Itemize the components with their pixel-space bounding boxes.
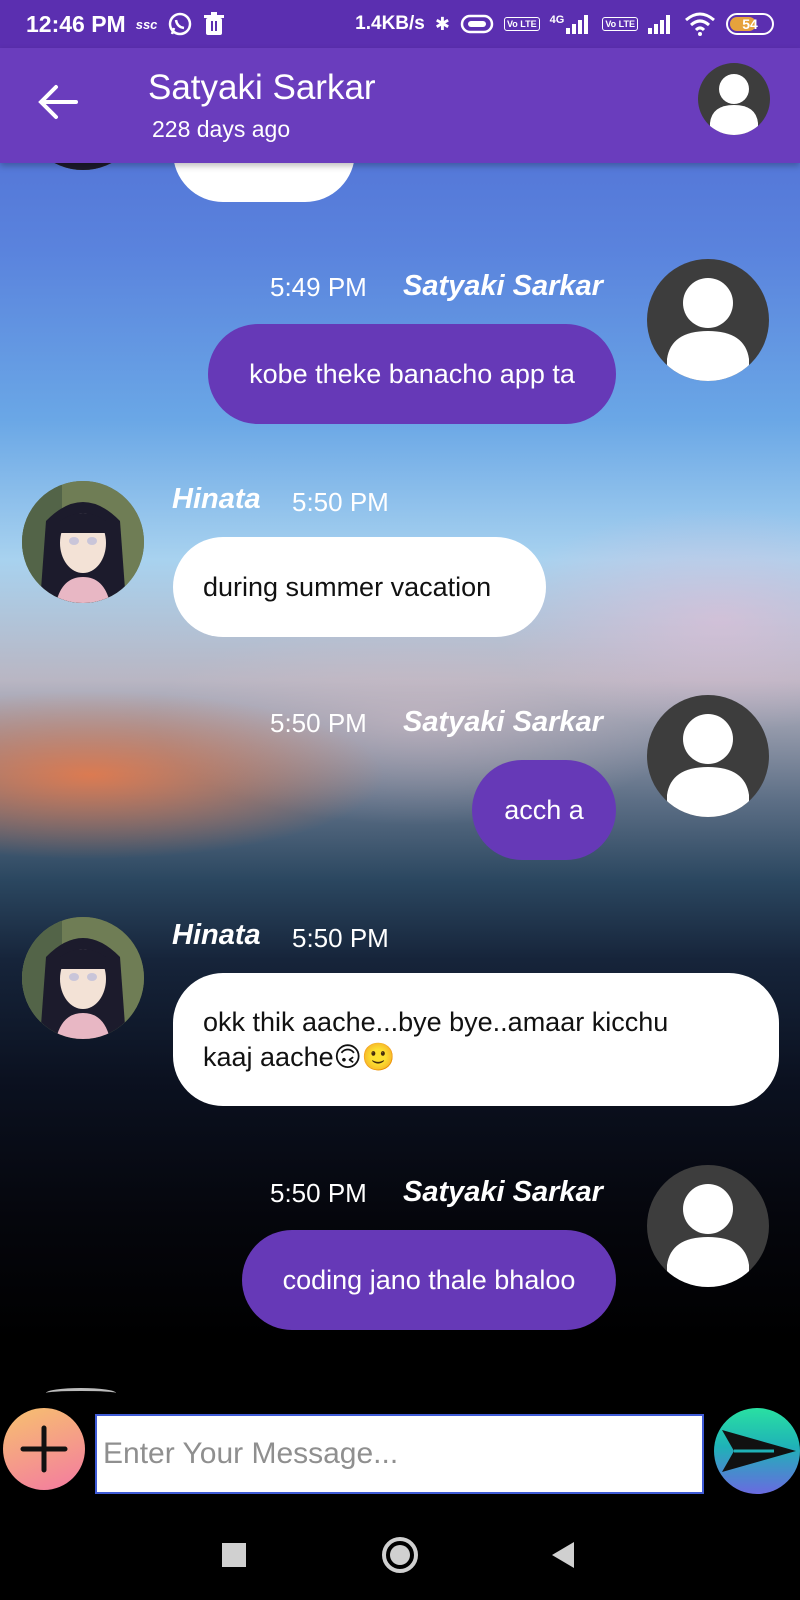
message-time: 5:49 PM [270,272,367,302]
contact-avatar-header[interactable] [698,63,770,135]
sender-avatar [647,695,769,817]
status-time: 12:46 PM [26,10,126,37]
send-button[interactable] [714,1408,800,1494]
contact-name[interactable]: Satyaki Sarkar [148,68,376,108]
signal-bars-icon-2 [648,15,670,34]
message-sender: Satyaki Sarkar [403,706,603,738]
contact-avatar [22,917,144,1039]
battery-icon: 54 [726,13,774,35]
message-time: 5:50 PM [270,1178,367,1208]
signal-icon: 4G [550,14,593,34]
trash-icon [204,12,225,35]
message-bubble-incoming[interactable]: okk thik aache...bye bye..amaar kicchu k… [173,973,779,1106]
add-attachment-button[interactable] [3,1408,85,1490]
volte-badge-2: Vo LTE [602,17,638,31]
last-seen-status: 228 days ago [152,116,291,142]
message-composer [0,1395,800,1505]
bluetooth-icon: ✱ [434,13,450,34]
contact-avatar-partial [46,1388,116,1395]
message-text: acch a [504,794,584,825]
person-icon [710,74,758,135]
chat-header: Satyaki Sarkar 228 days ago [0,48,800,163]
vibrate-icon [460,14,494,34]
message-text-line: kaaj aache🙃🙂 [203,1041,396,1072]
message-sender: Hinata [172,483,261,515]
send-icon [722,1430,796,1472]
message-text: coding jano thale bhaloo [282,1264,576,1295]
message-text: kobe theke banacho app ta [249,358,575,389]
hinata-avatar-image [22,917,144,1039]
signal-bars-icon [566,15,589,34]
volte-badge: Vo LTE [503,17,540,31]
back-arrow-icon[interactable] [32,76,84,128]
person-icon [667,278,749,381]
system-navigation-bar [0,1505,800,1600]
wifi-icon [685,12,715,36]
person-icon [667,1184,749,1287]
message-text: during summer vacation [203,571,492,602]
message-time: 5:50 PM [292,487,389,517]
battery-level: 54 [742,16,758,32]
message-sender: Satyaki Sarkar [403,270,603,302]
person-icon [667,714,749,817]
hinata-avatar-image [22,481,144,603]
message-bubble-outgoing[interactable]: kobe theke banacho app ta [208,324,616,424]
message-sender: Hinata [172,919,261,951]
network-type: 4G [549,14,565,26]
back-triangle-icon[interactable] [538,1529,590,1581]
plus-icon [20,1425,68,1473]
message-time: 5:50 PM [270,708,367,738]
chat-screen: 5:49 PM Satyaki Sarkar kobe theke banach… [0,0,800,1600]
home-circle-icon[interactable] [374,1529,426,1581]
status-bar: 12:46 PM ssc 1.4KB/s ✱ Vo LTE 4G Vo LTE … [0,0,800,48]
message-bubble-outgoing[interactable]: acch a [472,760,616,860]
message-bubble-outgoing[interactable]: coding jano thale bhaloo [242,1230,616,1330]
contact-avatar [22,481,144,603]
network-speed: 1.4KB/s [355,13,425,34]
message-bubble-incoming[interactable]: during summer vacation [173,537,546,637]
message-input[interactable] [95,1414,704,1494]
message-text-line: okk thik aache...bye bye..amaar kicchu [203,1006,669,1037]
message-time: 5:50 PM [292,923,389,953]
whatsapp-icon [169,12,192,36]
message-list[interactable]: 5:49 PM Satyaki Sarkar kobe theke banach… [0,0,800,1395]
sender-avatar [647,1165,769,1287]
carrier-label: ssc [135,16,158,32]
message-sender: Satyaki Sarkar [403,1176,603,1208]
recents-square-icon[interactable] [208,1529,260,1581]
sender-avatar [647,259,769,381]
